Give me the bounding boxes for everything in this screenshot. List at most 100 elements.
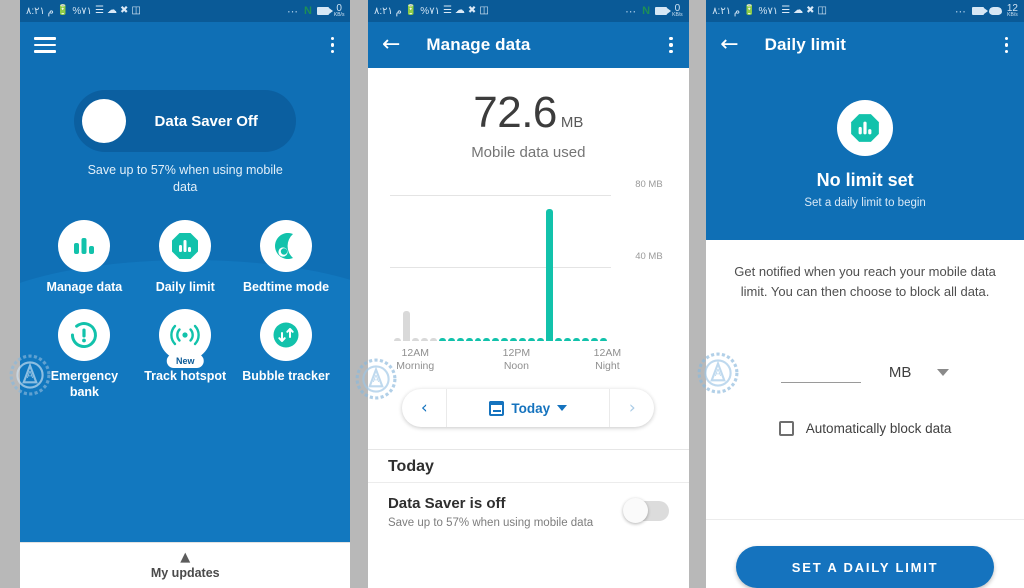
chart-bar [519,338,527,341]
limit-amount-input[interactable] [780,361,861,383]
tile-label: Bubble tracker [242,369,330,384]
tile-track-hotspot[interactable]: New Track hotspot [135,309,236,400]
chevron-left-icon[interactable]: ‹ [402,398,446,418]
wifi-icon: ☁ [454,5,465,16]
data-saver-toggle[interactable]: Data Saver Off [74,90,297,152]
status-time: م ٨:٢١ [26,5,54,17]
chart-bars [393,181,607,341]
status-time: م ٨:٢١ [712,5,741,17]
chart-bar [581,338,589,341]
tile-bubble-tracker[interactable]: Bubble tracker [236,309,337,400]
panel-gap [689,0,707,588]
chart-x-axis: 12AM Morning 12PM Noon 12AM Night [390,347,633,377]
battery-icon: 🔋 [404,5,418,16]
date-navigator: ‹ Today › [402,389,655,427]
chart-bar [465,338,473,341]
chart-bar [456,338,464,341]
octagon-bars-icon [159,219,212,272]
status-bar-left: م ٨:٢١ 🔋 %٧١ ☰ ☁ ✖ ◫ [712,6,827,17]
signal-icon: ☰ [781,5,791,16]
network-speed-unit: KB/s [672,12,683,19]
my-updates-bar[interactable]: ▲ My updates [20,542,351,588]
status-bar: م ٨:٢١ 🔋 %٧١ ☰ ☁ ✖ ◫ ⋯ N 0 KB/s [367,0,689,22]
tile-manage-data[interactable]: Manage data [34,219,135,296]
chart-bar [546,209,554,341]
page-title: Daily limit [764,35,847,54]
caret-down-icon [937,369,950,376]
status-overflow-dots: ⋯ [954,5,967,18]
daily-limit-content: Get notified when you reach your mobile … [706,240,1024,588]
manage-data-content: 72.6 MB Mobile data used 80 MB 40 MB 12AM M… [367,68,689,588]
camera-icon [971,7,988,15]
kebab-menu-icon[interactable] [329,33,336,57]
data-saver-label: Data Saver Off [154,112,258,130]
chart-bar [411,338,419,341]
auto-block-checkbox[interactable] [778,421,794,436]
chart-bar [501,338,509,341]
wifi-icon: ☁ [106,5,117,16]
camera-icon [655,7,672,15]
data-usage-chart: 80 MB 40 MB [389,179,663,341]
tile-label: Emergency bank [50,369,119,399]
chart-x-tick-label: 12AM Morning [396,347,435,373]
moon-icon [260,219,313,272]
status-bar-right: ⋯ 12 KB/s [955,4,1018,18]
auto-block-label: Automatically block data [805,421,952,436]
network-speed: 12 KB/s [1007,4,1018,18]
calendar-icon [489,400,505,416]
usage-unit: MB [560,114,584,131]
unit-dropdown[interactable]: MB [889,364,950,383]
network-speed: 0 KB/s [334,4,345,18]
cta-area: SET A DAILY LIMIT [706,519,1024,588]
status-overflow-dots: ⋯ [625,5,638,18]
new-badge: New [166,354,204,369]
phone-panel-home: م ٨:٢١ 🔋 %٧١ ☰ ☁ ✖ ◫ ⋯ N 0 KB/s Data Sav… [20,0,351,588]
mute-icon: ✖ [119,5,129,16]
tile-label: Bedtime mode [242,279,330,294]
cast-icon: ◫ [131,5,141,16]
chart-bar [555,338,563,341]
chart-bar [393,338,401,341]
network-speed-unit: KB/s [333,12,345,19]
date-picker-button[interactable]: Today [446,389,611,427]
arrow-back-icon[interactable]: ← [720,34,738,56]
app-bar [20,22,351,68]
kebab-menu-icon[interactable] [1003,33,1010,57]
page-title: Manage data [426,35,531,54]
data-saver-switch[interactable] [622,498,669,523]
my-updates-label: My updates [150,566,220,580]
cloud-icon [988,7,1002,15]
cast-icon: ◫ [479,5,489,16]
data-saver-row-title: Data Saver is off [387,495,506,512]
data-saver-row[interactable]: Data Saver is off Save up to 57% when us… [367,482,689,552]
tile-daily-limit[interactable]: Daily limit [135,219,236,296]
arrow-back-icon[interactable]: ← [382,34,400,56]
date-label: Today [511,400,551,416]
up-down-arrows-icon [260,309,313,362]
battery-icon: 🔋 [743,5,756,16]
hamburger-icon[interactable] [34,37,56,53]
chevron-right-icon[interactable]: › [610,398,654,418]
tile-emergency-bank[interactable]: Emergency bank [34,309,135,400]
phone-panel-daily-limit: م ٨:٢١ 🔋 %٧١ ☰ ☁ ✖ ◫ ⋯ 12 KB/s ← Daily l… [706,0,1024,588]
status-bar-right: ⋯ N 0 KB/s [625,4,683,18]
hero-title: No limit set [816,169,914,190]
chart-bar [528,338,536,341]
status-overflow-dots: ⋯ [286,5,299,18]
usage-caption: Mobile data used [471,144,586,161]
chart-bar [599,338,607,341]
tile-bedtime-mode[interactable]: Bedtime mode [236,219,337,296]
status-bar-left: م ٨:٢١ 🔋 %٧١ ☰ ☁ ✖ ◫ [374,6,489,17]
chart-bar [438,338,446,341]
status-bar-left: م ٨:٢١ 🔋 %٧١ ☰ ☁ ✖ ◫ [26,6,141,17]
kebab-menu-icon[interactable] [667,33,674,57]
set-daily-limit-button[interactable]: SET A DAILY LIMIT [736,546,995,588]
status-time: م ٨:٢١ [373,5,402,17]
exclamation-circle-icon [58,309,111,362]
auto-block-checkbox-row[interactable]: Automatically block data [730,421,1000,436]
cast-icon: ◫ [817,5,827,16]
wifi-icon: ☁ [793,5,804,16]
status-bar-right: ⋯ N 0 KB/s [287,4,345,18]
network-speed-unit: KB/s [1007,12,1018,19]
app-bar: ← Daily limit [706,22,1024,68]
